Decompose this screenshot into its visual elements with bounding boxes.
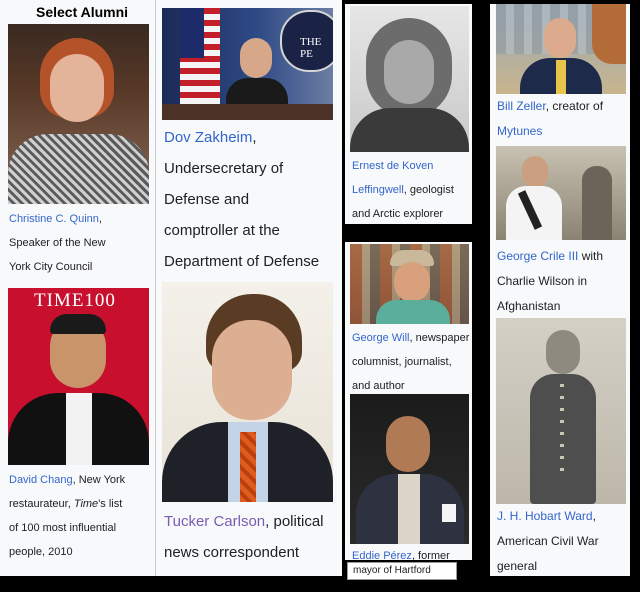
caption-text: Charlie Wilson in [497,274,588,288]
caption-text: York City Council [9,261,93,273]
caption-text: restaurateur, [9,498,74,510]
link-george-crile[interactable]: George Crile III [497,249,578,263]
portrait-face [386,416,430,472]
link-eddie-perez[interactable]: Eddie Pérez [352,550,412,560]
link-dov-zakheim[interactable]: Dov Zakheim [164,129,252,146]
autumn-tree [592,4,626,64]
caption-text: mayor of Hartford [353,565,431,576]
caption-text: , [252,129,257,146]
link-bill-zeller[interactable]: Bill Zeller [497,99,546,113]
portrait-face [384,40,434,104]
alumni-column-right: Bill Zeller, creator of Mytunes George C… [490,4,630,576]
photo-christine-quinn[interactable] [8,24,149,204]
caption-text: news correspondent [164,544,300,561]
link-ernest-leffingwell[interactable]: Ernest de Koven [352,160,433,172]
name-badge [442,504,456,522]
photo-george-will[interactable] [350,244,469,324]
caption-text: Department of Defense [164,253,320,270]
portrait-face [240,38,272,78]
caption-text: Undersecretary of [164,160,284,177]
podium [162,104,333,120]
caption-george-crile: George Crile III with Charlie Wilson in … [497,244,630,319]
caption-text: , political [265,513,324,530]
caption-text: Speaker of the New [9,237,106,249]
portrait-tie [556,60,566,94]
link-mytunes[interactable]: Mytunes [497,124,542,138]
photo-bill-zeller[interactable] [496,4,626,94]
us-flag-canton [180,8,204,58]
alumni-card-will-perez: George Will, newspaper columnist, journa… [345,242,472,560]
link-george-will[interactable]: George Will [352,332,409,344]
caption-ernest-leffingwell: Ernest de Koven Leffingwell, geologist a… [352,154,472,224]
portrait-hair [50,314,106,334]
caption-hobart-ward: J. H. Hobart Ward, American Civil War ge… [497,504,630,576]
caption-text: people, 2010 [9,546,73,558]
caption-text: of 100 most influential [9,522,117,534]
alumni-panel-left: Select Alumni Christine C. Quinn, Speake… [0,0,342,576]
photo-hobart-ward[interactable] [496,318,626,504]
caption-text: Afghanistan [497,299,561,313]
caption-tucker-carlson: Tucker Carlson, political news correspon… [164,506,339,568]
companion-figure [582,166,612,240]
time100-logo: TIME100 [34,290,116,311]
caption-text: , geologist [403,184,454,196]
caption-dov-zakheim: Dov Zakheim, Undersecretary of Defense a… [164,122,336,277]
caption-text: comptroller at the [164,222,280,239]
portrait-shirt [376,300,450,324]
parka [350,108,469,152]
caption-bill-zeller: Bill Zeller, creator of Mytunes [497,94,630,144]
link-ernest-leffingwell-cont[interactable]: Leffingwell [352,184,404,196]
panel-heading: Select Alumni [36,4,129,20]
caption-text: , New York [72,474,126,486]
link-hobart-ward[interactable]: J. H. Hobart Ward [497,509,593,523]
caption-eddie-perez: Eddie Pérez, former [352,544,472,560]
caption-christine-quinn: Christine C. Quinn, Speaker of the New Y… [9,213,106,273]
portrait-shirt [398,474,420,544]
link-christine-quinn[interactable]: Christine C. Quinn [9,213,99,225]
link-tucker-carlson[interactable]: Tucker Carlson [164,513,265,530]
caption-text: 's list [98,498,123,510]
seal-text: THE PE [300,36,322,60]
caption-overflow-box: mayor of Hartford [347,562,457,580]
alumni-card-leffingwell: Ernest de Koven Leffingwell, geologist a… [345,4,472,224]
photo-ernest-leffingwell[interactable] [350,6,469,152]
portrait-face [544,18,576,58]
caption-text: , former [411,550,450,560]
caption-text: , creator of [545,99,604,113]
caption-text: with [578,249,604,263]
caption-text: columnist, journalist, [352,356,452,368]
caption-text: general [497,559,538,573]
photo-david-chang[interactable]: TIME100 [8,288,149,465]
caption-david-chang: David Chang, New York restaurateur, Time… [9,468,154,564]
caption-italic: Time [73,498,99,510]
caption-text: , newspaper [409,332,470,344]
column-divider [155,0,156,576]
portrait-face [522,156,548,188]
caption-text: Defense and [164,191,250,208]
portrait-shirt [66,393,92,465]
photo-dov-zakheim[interactable]: THE PE [162,8,333,120]
portrait-face [394,262,430,302]
portrait-face [50,54,104,122]
portrait-jacket [8,134,149,204]
caption-text: , [592,509,596,523]
photo-george-crile[interactable] [496,146,626,240]
portrait-face [546,330,580,374]
uniform-buttons [560,384,564,474]
caption-george-will: George Will, newspaper columnist, journa… [352,326,472,398]
photo-eddie-perez[interactable] [350,394,469,544]
photo-tucker-carlson[interactable] [162,282,333,502]
caption-text: American Civil War [497,534,599,548]
caption-text: and author [352,380,405,392]
portrait-face [212,320,292,420]
link-david-chang[interactable]: David Chang [9,474,73,486]
portrait-tie [240,432,256,502]
caption-text: and Arctic explorer [352,208,444,220]
